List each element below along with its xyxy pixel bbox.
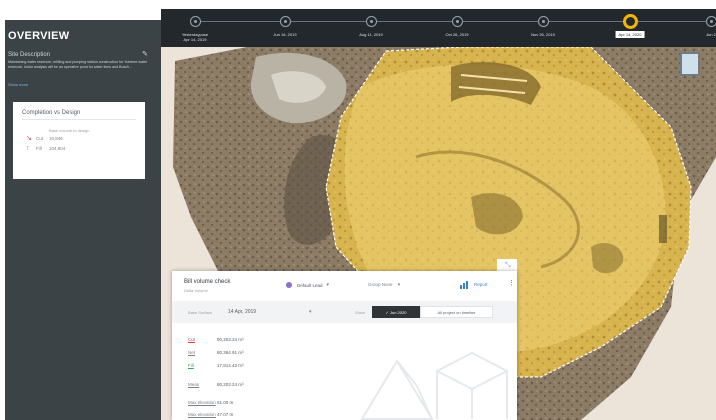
metric-value: 47.07 m bbox=[217, 412, 234, 417]
timeline-node[interactable] bbox=[623, 14, 638, 29]
divider bbox=[22, 119, 136, 120]
completion-card-caption: Base volume to design bbox=[49, 128, 90, 133]
chevron-down-icon[interactable]: ▾ bbox=[309, 309, 312, 315]
layer-dropdown[interactable]: Default Lead ▾ bbox=[286, 282, 329, 288]
metric-label[interactable]: Net bbox=[188, 350, 217, 355]
metric-value: 80,364.91 m³ bbox=[217, 350, 244, 355]
chevron-down-icon: ▾ bbox=[326, 282, 330, 288]
timeline-node[interactable] bbox=[280, 16, 291, 27]
timeline-node[interactable] bbox=[538, 16, 549, 27]
metric-label[interactable]: Max elevation bbox=[188, 400, 217, 405]
more-options-icon[interactable]: ⋮ bbox=[508, 280, 515, 288]
completion-card-title: Completion vs Design bbox=[22, 110, 81, 116]
cut-label: Cut bbox=[36, 136, 44, 141]
metric-row: Net 80,364.91 m³ bbox=[188, 350, 244, 355]
timeline-bar: Yesterdaypuse Apr 14, 2019 Jun 16, 2019 Au… bbox=[161, 9, 716, 47]
metric-row: Mean 80,203.24 m³ bbox=[188, 382, 244, 387]
metric-value: 80,203.24 m³ bbox=[217, 382, 244, 387]
volume-illustration-icon bbox=[360, 351, 508, 420]
volume-check-panel: Bill volume check Delta Volume Default L… bbox=[172, 271, 517, 420]
timeline-date-label[interactable]: Jun 16, 2019 bbox=[273, 32, 296, 37]
cut-arrow-icon: ↘ bbox=[26, 135, 32, 142]
completion-card[interactable]: Completion vs Design Base volume to desi… bbox=[13, 102, 145, 179]
overview-sidebar: OVERVIEW Site Description ✎ Maintaining … bbox=[5, 20, 161, 420]
timeline-node[interactable] bbox=[706, 16, 716, 27]
metric-value: 17,814.43 m³ bbox=[217, 363, 244, 368]
metric-row: Max elevation 47.07 m bbox=[188, 412, 233, 417]
cut-row: ↘ Cut 10,846 bbox=[26, 135, 63, 142]
collapse-icon[interactable]: ⤡ bbox=[505, 262, 511, 269]
sidebar-title: OVERVIEW bbox=[8, 30, 70, 42]
all-timeline-toggle[interactable]: All project on timeline bbox=[420, 306, 493, 318]
metric-row: Cut 90,203.24 m³ bbox=[188, 337, 244, 342]
metric-value: 90,203.24 m³ bbox=[217, 337, 244, 342]
pencil-icon[interactable]: ✎ bbox=[142, 51, 150, 59]
fill-row: ↑ Fill 104,804 bbox=[26, 145, 65, 152]
fill-value: 104,804 bbox=[49, 146, 66, 151]
report-label: Report bbox=[474, 282, 488, 287]
timeline-node[interactable] bbox=[452, 16, 463, 27]
chevron-down-icon: ▾ bbox=[397, 282, 401, 288]
timeline-date-label[interactable]: Jun 2 bbox=[706, 32, 716, 37]
equipment bbox=[659, 215, 667, 243]
fill-label: Fill bbox=[36, 146, 42, 151]
group-label: Group None bbox=[368, 282, 393, 287]
cut-value: 10,846 bbox=[49, 136, 63, 141]
timeline-node[interactable] bbox=[190, 16, 201, 27]
show-label: Show bbox=[355, 310, 366, 315]
metric-label[interactable]: Max elevation bbox=[188, 412, 217, 417]
metric-row: Fill 17,814.43 m³ bbox=[188, 363, 244, 368]
panel-subtitle: Delta Volume bbox=[184, 288, 208, 293]
metric-value: 51.00 m bbox=[217, 400, 234, 405]
metric-row: Max elevation 51.00 m bbox=[188, 400, 233, 405]
base-surface-select[interactable]: 14 Apr, 2019 bbox=[228, 309, 256, 315]
timeline-date-label[interactable]: Nov 26, 2019 bbox=[531, 32, 555, 37]
metric-label[interactable]: Fill bbox=[188, 363, 217, 368]
base-surface-label: Base Surface bbox=[188, 310, 213, 315]
timeline-date-label[interactable]: Yesterdaypuse Apr 14, 2019 bbox=[182, 32, 208, 42]
report-button[interactable]: Report bbox=[460, 280, 488, 289]
show-more-link[interactable]: Show more bbox=[8, 82, 28, 87]
layer-label: Default Lead bbox=[297, 282, 323, 288]
site-description-text: Maintaining water reservoir, refilling a… bbox=[8, 60, 148, 69]
water-pond bbox=[680, 52, 700, 76]
layer-color-dot bbox=[286, 282, 292, 288]
timeline-date-label[interactable]: Aug 11, 2019 bbox=[359, 32, 383, 37]
site-description-heading: Site Description bbox=[8, 52, 51, 58]
current-date-toggle[interactable]: ✓ Jun 2020 bbox=[372, 306, 420, 318]
timeline-date-label[interactable]: Oct 26, 2019 bbox=[446, 32, 469, 37]
fill-arrow-icon: ↑ bbox=[26, 145, 30, 152]
timeline-date-label[interactable]: Apr 14, 2020 bbox=[615, 31, 645, 38]
panel-toolbar: Base Surface 14 Apr, 2019 ▾ Show ✓ Jun 2… bbox=[172, 301, 517, 323]
panel-title: Bill volume check bbox=[184, 279, 231, 285]
metric-label[interactable]: Mean bbox=[188, 382, 217, 387]
group-dropdown[interactable]: Group None ▾ bbox=[368, 282, 400, 288]
timeline-node[interactable] bbox=[366, 16, 377, 27]
chart-icon bbox=[460, 281, 468, 289]
metric-label[interactable]: Cut bbox=[188, 337, 217, 342]
